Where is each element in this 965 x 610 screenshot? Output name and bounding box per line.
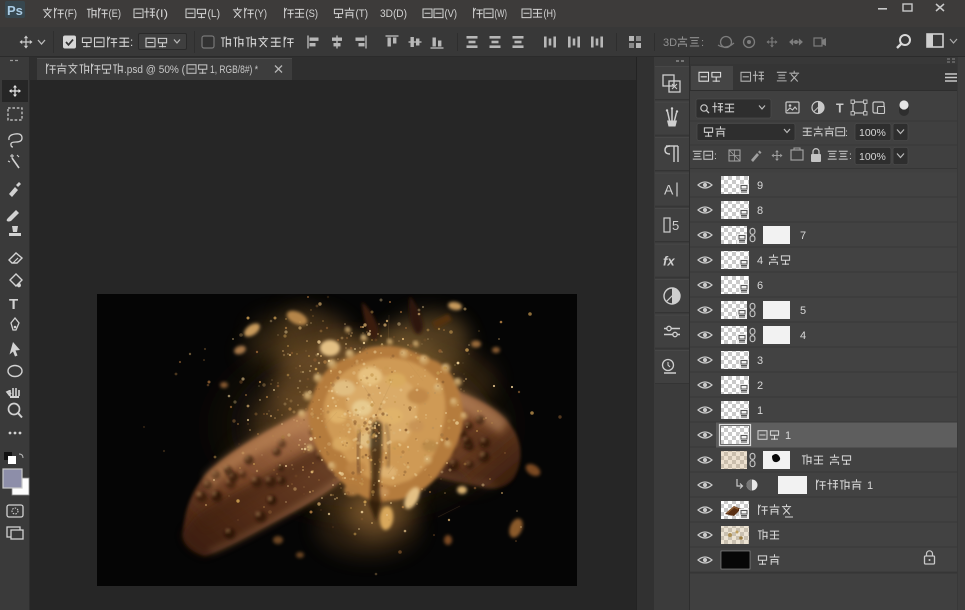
svg-text:fx: fx <box>663 254 675 269</box>
svg-text:1: 1 <box>867 480 873 492</box>
svg-text:4: 4 <box>757 255 763 267</box>
svg-text::: : <box>849 150 852 162</box>
svg-text:(I): (I) <box>156 8 169 20</box>
svg-text:1: 1 <box>785 430 791 442</box>
svg-text::: : <box>714 150 717 162</box>
svg-text:(E): (E) <box>109 8 122 20</box>
svg-text:(F): (F) <box>65 8 78 20</box>
svg-text:A: A <box>664 182 674 198</box>
svg-text:(V): (V) <box>445 8 458 20</box>
svg-text::: : <box>130 37 133 49</box>
svg-text:(T): (T) <box>356 8 369 20</box>
svg-text:1: 1 <box>757 405 763 417</box>
svg-text:8: 8 <box>757 205 763 217</box>
svg-text:(Y): (Y) <box>255 8 268 20</box>
svg-text:100%: 100% <box>859 151 886 163</box>
svg-text:3D(D): 3D(D) <box>380 8 407 20</box>
svg-text::: : <box>701 37 704 49</box>
svg-text:6: 6 <box>757 280 763 292</box>
svg-text:T: T <box>836 102 844 116</box>
svg-text:3: 3 <box>757 355 763 367</box>
svg-text:T: T <box>9 296 18 313</box>
svg-text:1, RGB/8#) *: 1, RGB/8#) * <box>210 64 259 76</box>
svg-text:.psd @ 50% (: .psd @ 50% ( <box>124 64 185 76</box>
svg-text:(W): (W) <box>495 8 508 20</box>
svg-text:5: 5 <box>672 218 679 233</box>
svg-text:2: 2 <box>757 380 763 392</box>
svg-text:5: 5 <box>800 305 806 317</box>
svg-text:9: 9 <box>757 180 763 192</box>
svg-text:(S): (S) <box>306 8 319 20</box>
svg-text:3D: 3D <box>663 37 677 49</box>
svg-text:4: 4 <box>800 330 806 342</box>
svg-text::: : <box>845 127 848 139</box>
svg-text:Ps: Ps <box>7 3 23 18</box>
svg-text:(L): (L) <box>208 8 221 20</box>
svg-text:7: 7 <box>800 230 806 242</box>
svg-text:(H): (H) <box>544 8 557 20</box>
svg-text:100%: 100% <box>859 127 886 139</box>
